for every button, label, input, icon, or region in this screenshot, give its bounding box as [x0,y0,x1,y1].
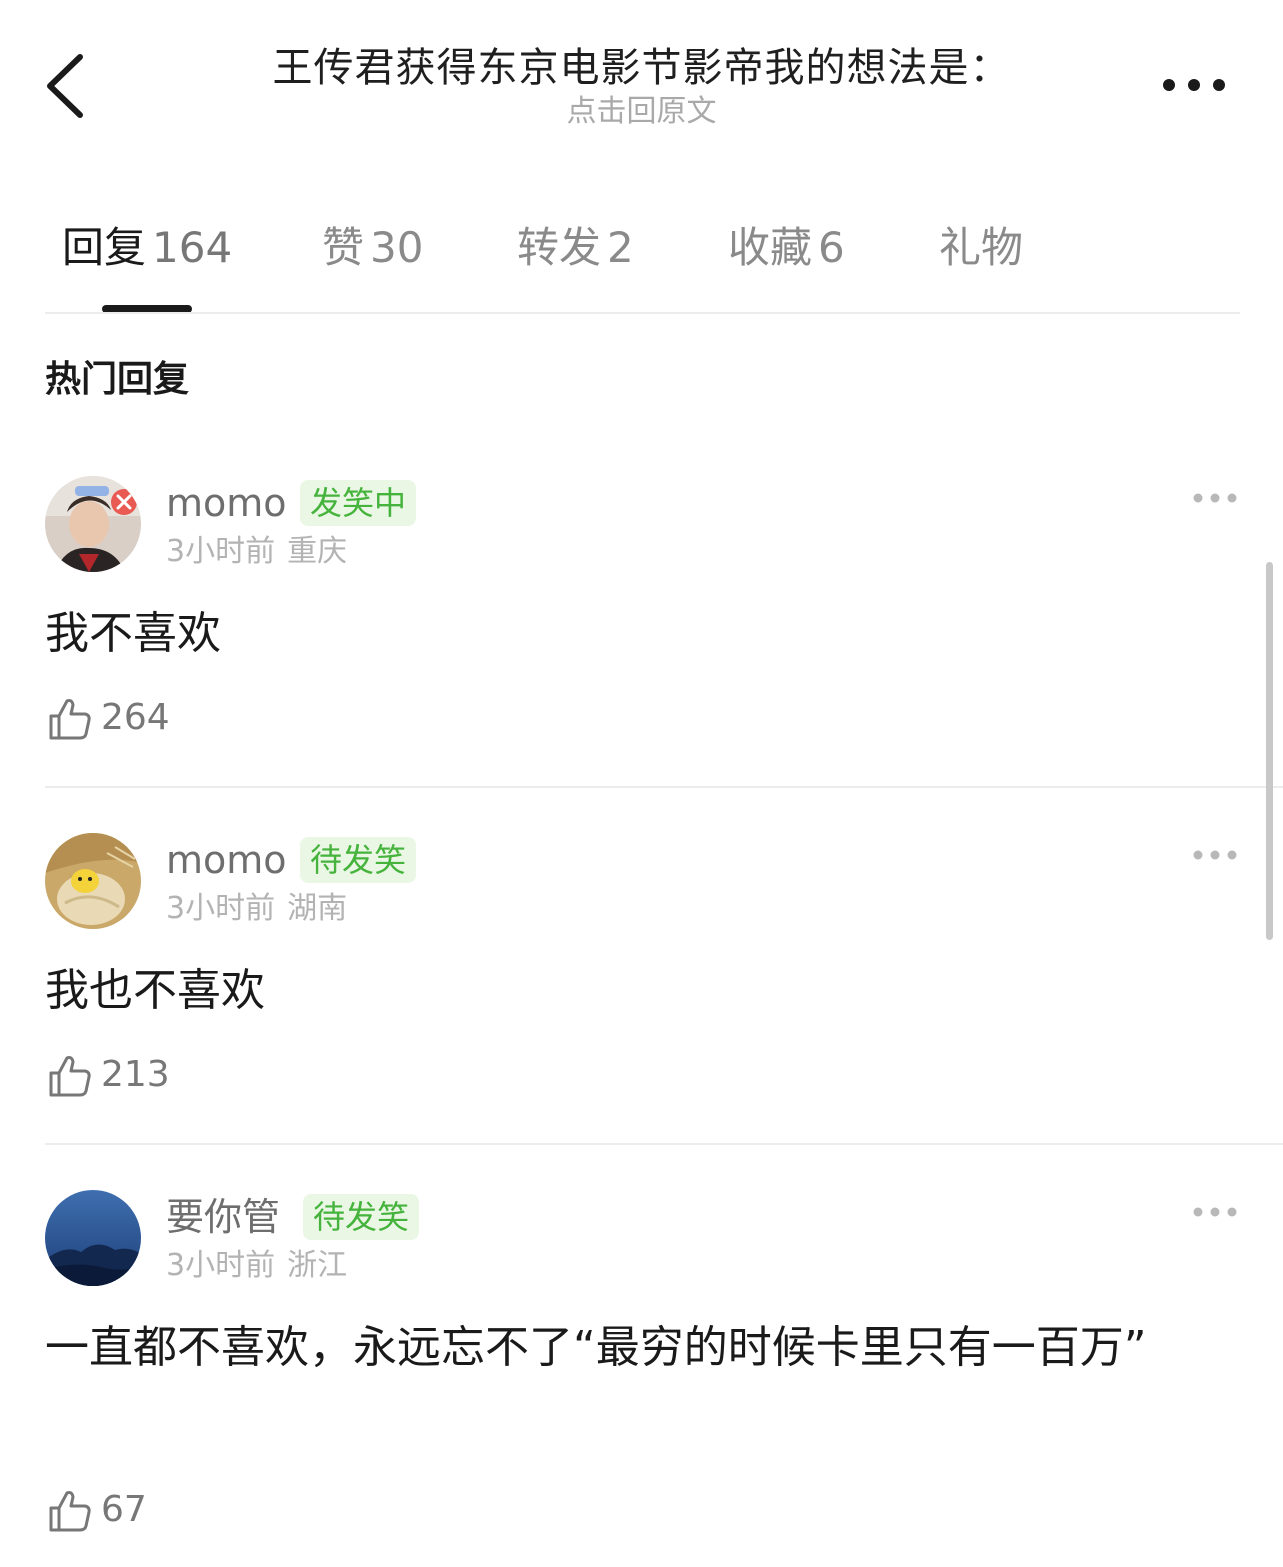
more-options-button[interactable] [1158,70,1230,100]
comment-more-button[interactable] [1192,847,1238,863]
comment-time: 3小时前 [166,534,276,569]
comment-meta: 3小时前 重庆 [166,532,347,572]
tab-count: 164 [152,223,233,272]
tab-reposts[interactable]: 转发 2 [517,215,634,285]
avatar[interactable] [45,476,141,572]
tab-label: 转发 [517,223,602,272]
tab-count: 6 [818,223,845,272]
comment-text: 我也不喜欢 [45,965,265,1016]
avatar[interactable] [45,833,141,929]
top-bar: 王传君获得东京电影节影帝我的想法是： 点击回原文 [0,0,1283,150]
comment-author[interactable]: momo [166,478,287,528]
like-count: 67 [101,1489,147,1530]
avatar[interactable] [45,1190,141,1286]
divider [45,1143,1283,1145]
tab-bar: 回复 164 赞 30 转发 2 收藏 6 礼物 [45,215,1240,315]
section-title: 热门回复 [45,359,190,400]
more-horizontal-icon [1193,493,1237,503]
comment-time: 3小时前 [166,1248,276,1283]
tab-count: 30 [370,223,424,272]
comment-author[interactable]: 要你管 [166,1192,280,1242]
tab-label: 收藏 [728,223,813,272]
comment-meta: 3小时前 浙江 [166,1246,347,1286]
comment-location: 重庆 [287,534,348,569]
comment-text: 一直都不喜欢，永远忘不了“最穷的时候卡里只有一百万” [45,1322,1147,1373]
thumbs-up-icon [49,1491,91,1532]
tab-count: 2 [607,223,634,272]
tab-gifts[interactable]: 礼物 [939,215,1029,285]
thumbs-up-icon [49,699,91,740]
page-title: 王传君获得东京电影节影帝我的想法是： [272,45,1011,91]
thumbs-up-icon [49,1056,91,1097]
comment-location: 湖南 [287,891,348,926]
more-horizontal-icon [1163,79,1225,91]
scrollbar[interactable] [1266,562,1273,940]
avatar-image [45,1190,141,1286]
tab-label: 赞 [322,223,365,272]
like-count: 264 [101,697,170,738]
avatar-image [45,476,141,572]
status-badge[interactable]: 待发笑 [303,1194,420,1240]
tab-label: 礼物 [939,223,1024,272]
tab-label: 回复 [62,223,147,272]
comment-author[interactable]: momo [166,835,287,885]
comment-text: 我不喜欢 [45,608,221,659]
back-to-original-link[interactable]: 点击回原文 [0,92,1283,132]
tab-likes[interactable]: 赞 30 [322,215,423,285]
avatar-image [45,833,141,929]
more-horizontal-icon [1193,850,1237,860]
like-count: 213 [101,1054,170,1095]
more-horizontal-icon [1193,1207,1237,1217]
comment-meta: 3小时前 湖南 [166,889,347,929]
tab-replies[interactable]: 回复 164 [62,215,232,285]
divider [45,312,1240,314]
comment-time: 3小时前 [166,891,276,926]
divider [45,786,1283,788]
comment-location: 浙江 [287,1248,348,1283]
tab-favorites[interactable]: 收藏 6 [728,215,845,285]
status-badge[interactable]: 发笑中 [300,480,417,526]
status-badge[interactable]: 待发笑 [300,837,417,883]
comment-more-button[interactable] [1192,1204,1238,1220]
comment-more-button[interactable] [1192,490,1238,506]
